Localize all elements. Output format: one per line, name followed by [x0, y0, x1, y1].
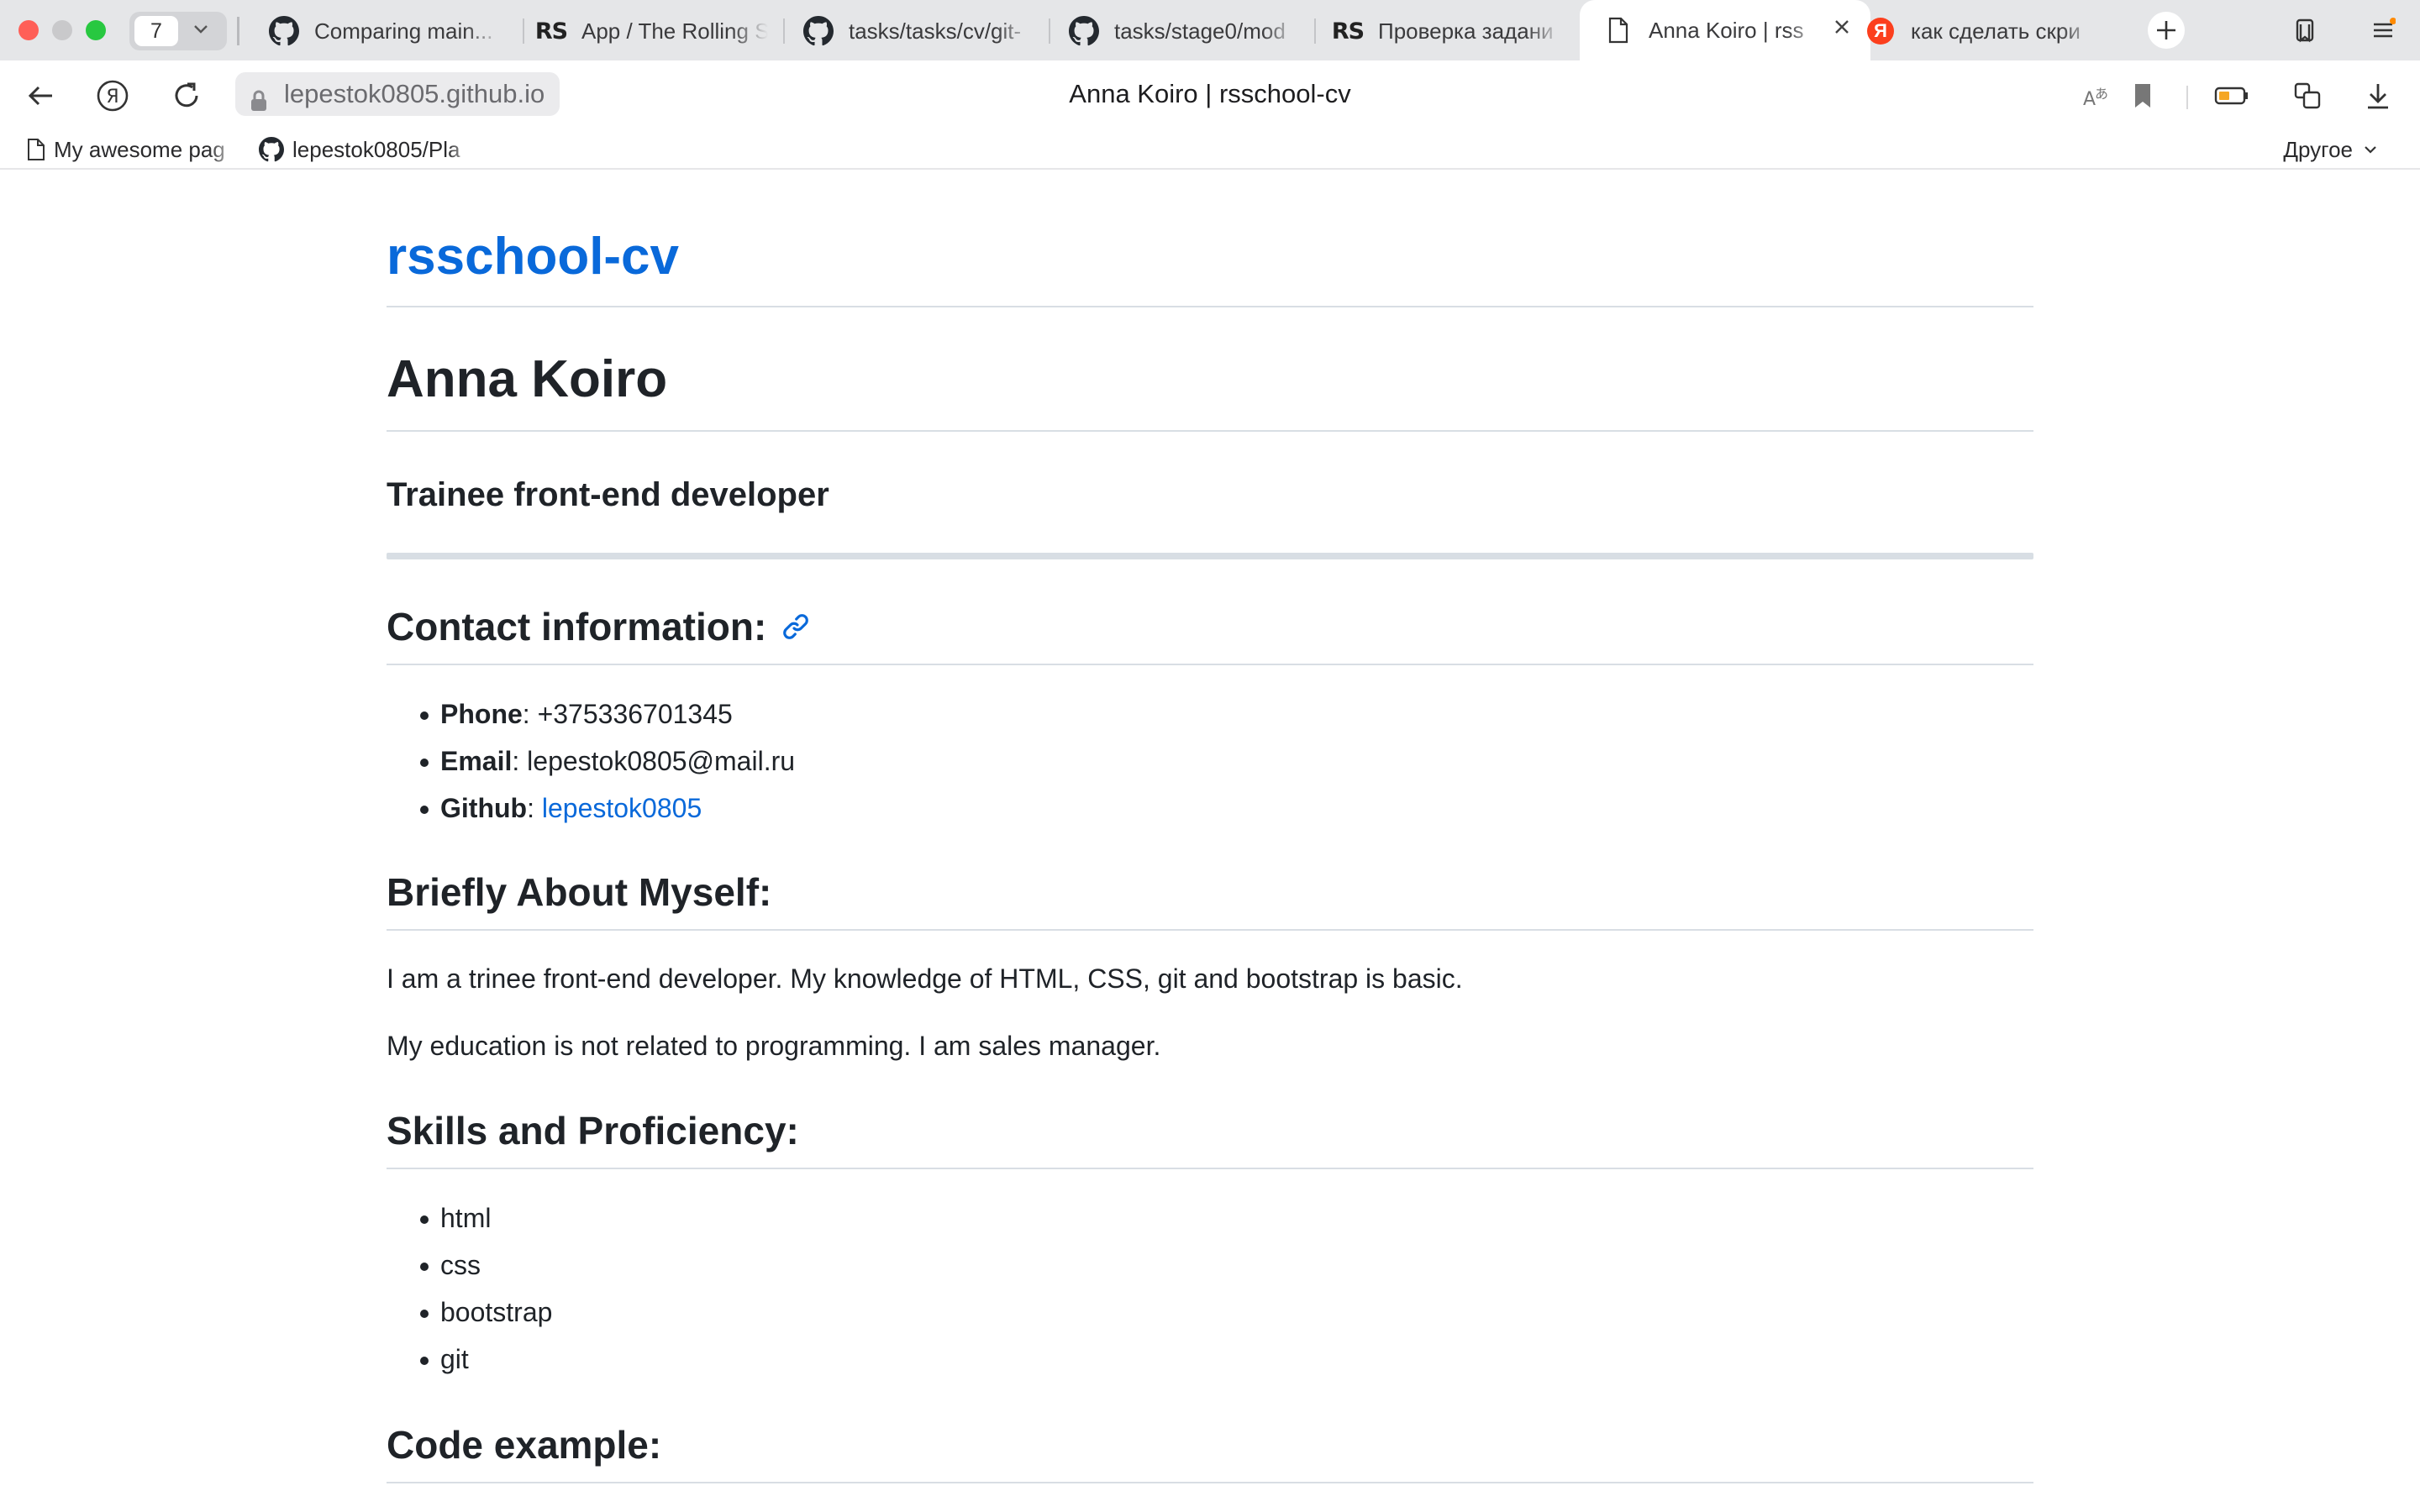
- about-heading: Briefly About Myself:: [387, 870, 772, 914]
- tab-comparing-main[interactable]: Comparing main...: [267, 7, 502, 55]
- translate-icon[interactable]: Aあ: [2077, 77, 2114, 114]
- extensions-icon[interactable]: [2289, 77, 2326, 114]
- page-title-bar: Anna Koiro | rsschool-cv: [1069, 79, 1351, 108]
- menu-icon[interactable]: [2366, 13, 2400, 47]
- download-icon[interactable]: [2360, 77, 2396, 114]
- contact-heading: Contact information:: [387, 601, 810, 652]
- github-link[interactable]: lepestok0805: [542, 793, 702, 823]
- divider: [387, 430, 2033, 432]
- tab-strip: 7 Comparing main... RS App / The Rolling…: [0, 0, 2420, 60]
- contact-heading-text: Contact information:: [387, 605, 767, 648]
- divider: [387, 664, 2033, 665]
- list-item: Github: lepestok0805: [387, 785, 795, 832]
- skill-item: html: [387, 1194, 552, 1242]
- skill-item: bootstrap: [387, 1289, 552, 1336]
- bookmarks-bar: My awesome pag lepestok0805/Pla Другое: [0, 131, 2420, 170]
- person-name: Anna Koiro: [387, 350, 668, 408]
- tab-label: tasks/tasks/cv/git-: [849, 18, 1022, 44]
- tab-count: 7: [134, 16, 178, 46]
- battery-saver-icon[interactable]: [2213, 77, 2250, 114]
- role-heading: Trainee front-end developer: [387, 476, 829, 513]
- yandex-icon: Я: [1864, 14, 1897, 48]
- page-icon: [1602, 13, 1635, 47]
- tab-count-button[interactable]: 7: [129, 12, 227, 50]
- contact-label: Github: [440, 793, 528, 823]
- github-icon: [267, 14, 301, 48]
- bookmark-icon[interactable]: [2124, 77, 2161, 114]
- svg-text:A: A: [2083, 89, 2096, 110]
- site-title-link[interactable]: rsschool-cv: [387, 223, 679, 291]
- tab-rolling-scopes-app[interactable]: RS App / The Rolling S: [534, 7, 768, 55]
- list-item: Phone: +375336701345: [387, 690, 795, 738]
- divider: [387, 1482, 2033, 1483]
- phone-value: +375336701345: [537, 699, 733, 729]
- divider: [237, 17, 239, 45]
- divider: [387, 1168, 2033, 1169]
- divider: [387, 929, 2033, 931]
- bookmark-lepestok-github[interactable]: lepestok0805/Pla: [259, 134, 477, 165]
- skills-list: html css bootstrap git: [387, 1194, 552, 1383]
- svg-text:あ: あ: [2095, 86, 2108, 102]
- tab-proverka-zadaniy[interactable]: RS Проверка задани: [1331, 7, 1563, 55]
- contact-label: Email: [440, 746, 513, 776]
- minimize-window-button[interactable]: [52, 20, 72, 40]
- browser-chrome: 7 Comparing main... RS App / The Rolling…: [0, 0, 2420, 170]
- code-heading: Code example:: [387, 1423, 662, 1467]
- tab-anna-koiro-active[interactable]: Anna Koiro | rss: [1580, 0, 1870, 60]
- new-tab-button[interactable]: [2148, 12, 2185, 49]
- list-item: Email: lepestok0805@mail.ru: [387, 738, 795, 785]
- about-paragraph: My education is not related to programmi…: [387, 1031, 1161, 1061]
- rs-icon: RS: [1331, 18, 1365, 45]
- address-bar-row: Я lepestok0805.github.io Anna Koiro | rs…: [0, 60, 2420, 131]
- other-bookmarks-button[interactable]: Другое: [2283, 134, 2378, 165]
- link-anchor-icon[interactable]: [781, 612, 810, 641]
- tab-yandex-search[interactable]: Я как сделать скри: [1864, 7, 2097, 55]
- bookmark-label: lepestok0805/Pla: [292, 136, 460, 162]
- skill-item: css: [387, 1242, 552, 1289]
- bookmark-label: My awesome pag: [54, 136, 225, 162]
- page-icon: [27, 138, 45, 161]
- github-icon: [802, 14, 835, 48]
- skills-heading: Skills and Proficiency:: [387, 1109, 799, 1152]
- tab-tasks-stage0[interactable]: tasks/stage0/mod: [1067, 7, 1299, 55]
- horizontal-rule: [387, 553, 2033, 559]
- chevron-down-icon: [192, 19, 210, 43]
- tab-label: как сделать скри: [1911, 18, 2081, 44]
- skill-item: git: [387, 1336, 552, 1383]
- github-icon: [259, 137, 284, 162]
- contact-label: Phone: [440, 699, 523, 729]
- email-value: lepestok0805@mail.ru: [527, 746, 796, 776]
- tab-tasks-cv[interactable]: tasks/tasks/cv/git-: [802, 7, 1034, 55]
- chevron-down-icon: [2363, 142, 2378, 157]
- close-window-button[interactable]: [18, 20, 39, 40]
- close-tab-icon[interactable]: [1832, 15, 1852, 44]
- about-paragraph: I am a trinee front-end developer. My kn…: [387, 963, 1463, 994]
- github-icon: [1067, 14, 1101, 48]
- tab-collections-icon[interactable]: [2289, 13, 2323, 47]
- contact-list: Phone: +375336701345 Email: lepestok0805…: [387, 690, 795, 832]
- rs-icon: RS: [534, 18, 568, 45]
- zoom-window-button[interactable]: [86, 20, 106, 40]
- tab-label: tasks/stage0/mod: [1114, 18, 1286, 44]
- bookmark-my-awesome-page[interactable]: My awesome pag: [27, 134, 239, 165]
- divider: [387, 306, 2033, 307]
- other-bookmarks-label: Другое: [2283, 136, 2353, 162]
